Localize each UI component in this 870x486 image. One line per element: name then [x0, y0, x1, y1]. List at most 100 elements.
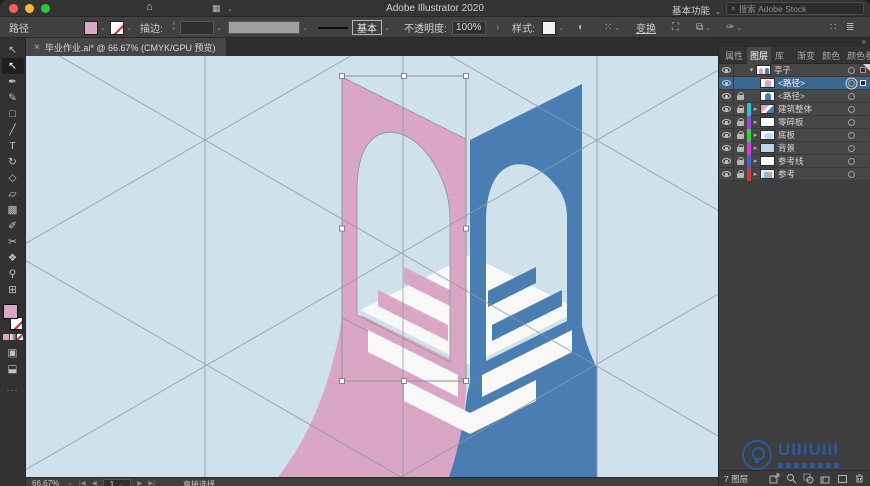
tab-属性[interactable]: 属性: [722, 47, 746, 64]
target-circle[interactable]: [848, 79, 855, 87]
close-tab-icon[interactable]: ×: [34, 42, 40, 53]
expand-toggle[interactable]: ▸: [751, 131, 760, 139]
layer-name[interactable]: <路径>: [778, 90, 848, 102]
opacity-field[interactable]: 100%: [452, 17, 486, 38]
layer-row-亭子[interactable]: ▾ 亭子: [719, 64, 870, 77]
artboard-tool[interactable]: ⊞: [2, 282, 24, 298]
tab-渐变[interactable]: 渐变: [794, 47, 818, 64]
tab-颜色[interactable]: 颜色: [819, 47, 843, 64]
stroke-color-swatch[interactable]: ⌄: [110, 17, 132, 38]
lock-toggle[interactable]: [734, 157, 747, 165]
selection-tool[interactable]: ↖: [2, 42, 24, 58]
target-circle[interactable]: [848, 92, 855, 100]
visibility-toggle[interactable]: [719, 103, 734, 115]
layer-row-背景[interactable]: ▸ 背景: [719, 141, 870, 155]
layer-row-零碎板[interactable]: ▸ 零碎板: [719, 115, 870, 129]
blend-tool[interactable]: ❖: [2, 250, 24, 266]
lock-toggle[interactable]: [734, 92, 747, 100]
visibility-toggle[interactable]: [719, 129, 734, 141]
rotate-tool[interactable]: ↻: [2, 154, 24, 170]
tab-颜色参[interactable]: 颜色参: [844, 47, 870, 64]
visibility-toggle[interactable]: [719, 168, 734, 180]
document-setup-icon[interactable]: ◐: [578, 17, 584, 38]
color-mode-buttons[interactable]: [2, 334, 23, 340]
last-artboard-button[interactable]: ▶|: [148, 479, 155, 486]
target-circle[interactable]: [848, 66, 855, 74]
shear-tool[interactable]: ▱: [2, 186, 24, 202]
rectangle-tool[interactable]: □: [2, 106, 24, 122]
edit-toolbar-icon[interactable]: ···: [7, 385, 19, 395]
delete-layer-icon[interactable]: [854, 473, 865, 484]
fill-stroke-control[interactable]: [2, 304, 24, 330]
width-profile-dropdown[interactable]: ⌄: [228, 17, 308, 38]
draw-mode-icon[interactable]: ▣: [2, 345, 24, 361]
search-input[interactable]: ⌕ 搜索 Adobe Stock: [726, 2, 864, 15]
lock-toggle[interactable]: [734, 170, 747, 178]
expand-toggle[interactable]: ▸: [751, 157, 760, 165]
canvas-artwork[interactable]: [25, 0, 719, 486]
align-options-icon[interactable]: ⁙ ⌄: [604, 17, 620, 38]
visibility-toggle[interactable]: [719, 142, 734, 154]
screen-mode-icon[interactable]: ⬓: [2, 361, 24, 377]
tab-图层[interactable]: 图层: [747, 46, 772, 64]
target-circle[interactable]: [848, 118, 855, 126]
visibility-toggle[interactable]: [719, 77, 734, 89]
expand-toggle[interactable]: ▸: [751, 118, 760, 126]
graph-options-icon[interactable]: ✑ ⌄: [726, 17, 742, 38]
lock-toggle[interactable]: [734, 144, 747, 152]
prev-artboard-button[interactable]: ◀: [92, 479, 97, 486]
layer-name[interactable]: 底板: [778, 129, 848, 141]
panel-grid-icon[interactable]: ∷: [830, 17, 836, 38]
expand-toggle[interactable]: ▸: [751, 170, 760, 178]
next-artboard-button[interactable]: ▶: [137, 479, 142, 486]
layer-name[interactable]: 建筑整体: [778, 103, 848, 115]
target-circle[interactable]: [848, 170, 855, 178]
artboard-number-field[interactable]: 1 ⌄: [102, 479, 132, 486]
isolate-icon[interactable]: ⛶: [672, 17, 679, 38]
layer-name[interactable]: 参考线: [778, 155, 848, 167]
visibility-toggle[interactable]: [719, 155, 734, 167]
width-tool[interactable]: ◇: [2, 170, 24, 186]
brush-definition-dropdown[interactable]: 基本 ⌄: [318, 17, 390, 38]
curvature-tool[interactable]: ✎: [2, 90, 24, 106]
lock-toggle[interactable]: [734, 131, 747, 139]
layer-name[interactable]: 参考: [778, 168, 848, 180]
zoom-dropdown-icon[interactable]: ⌄: [67, 479, 73, 486]
scissors-tool[interactable]: ✂: [2, 234, 24, 250]
layer-name[interactable]: 零碎板: [778, 116, 848, 128]
lock-toggle[interactable]: [734, 105, 747, 113]
clipping-mask-icon[interactable]: [803, 473, 814, 484]
layer-row-底板[interactable]: ▸ 底板: [719, 128, 870, 142]
target-circle[interactable]: [848, 131, 855, 139]
type-tool[interactable]: T: [2, 138, 24, 154]
target-circle[interactable]: [848, 105, 855, 113]
target-circle[interactable]: [848, 157, 855, 165]
fill-indicator[interactable]: [2, 304, 18, 319]
panel-list-icon[interactable]: ≣: [846, 17, 854, 38]
new-layer-icon[interactable]: [837, 473, 848, 484]
layer-name[interactable]: 亭子: [774, 64, 848, 76]
layer-row-参考线[interactable]: ▸ 参考线: [719, 154, 870, 168]
transform-link[interactable]: 变换: [636, 17, 656, 38]
stroke-weight-field[interactable]: ⌄: [180, 17, 222, 38]
pen-tool[interactable]: ✒: [2, 74, 24, 90]
opacity-more[interactable]: ›: [496, 17, 499, 38]
expand-toggle[interactable]: ▸: [751, 144, 760, 152]
gradient-tool[interactable]: ▩: [2, 202, 24, 218]
visibility-toggle[interactable]: [719, 90, 734, 102]
layer-row-参考[interactable]: ▸ 参考: [719, 167, 870, 181]
collect-for-export-icon[interactable]: [769, 473, 780, 484]
eyedropper-tool[interactable]: ✐: [2, 218, 24, 234]
layer-row-路径[interactable]: <路径>: [719, 77, 870, 90]
workspace-switcher[interactable]: 基本功能 ⌄: [672, 3, 721, 17]
shape-options-icon[interactable]: ⧉ ⌄: [696, 17, 711, 38]
first-artboard-button[interactable]: |◀: [79, 479, 86, 486]
zoom-level[interactable]: 66.67%: [32, 479, 59, 486]
layer-name[interactable]: 背景: [778, 142, 848, 154]
lock-toggle[interactable]: [734, 118, 747, 126]
layer-row-建筑整体[interactable]: ▸ 建筑整体: [719, 102, 870, 116]
fill-color-swatch[interactable]: ⌄: [84, 17, 106, 38]
paintbrush-tool[interactable]: ╱: [2, 122, 24, 138]
style-swatch[interactable]: ⌄: [542, 17, 564, 38]
stroke-weight-stepper[interactable]: ˄ ˅: [172, 17, 176, 38]
